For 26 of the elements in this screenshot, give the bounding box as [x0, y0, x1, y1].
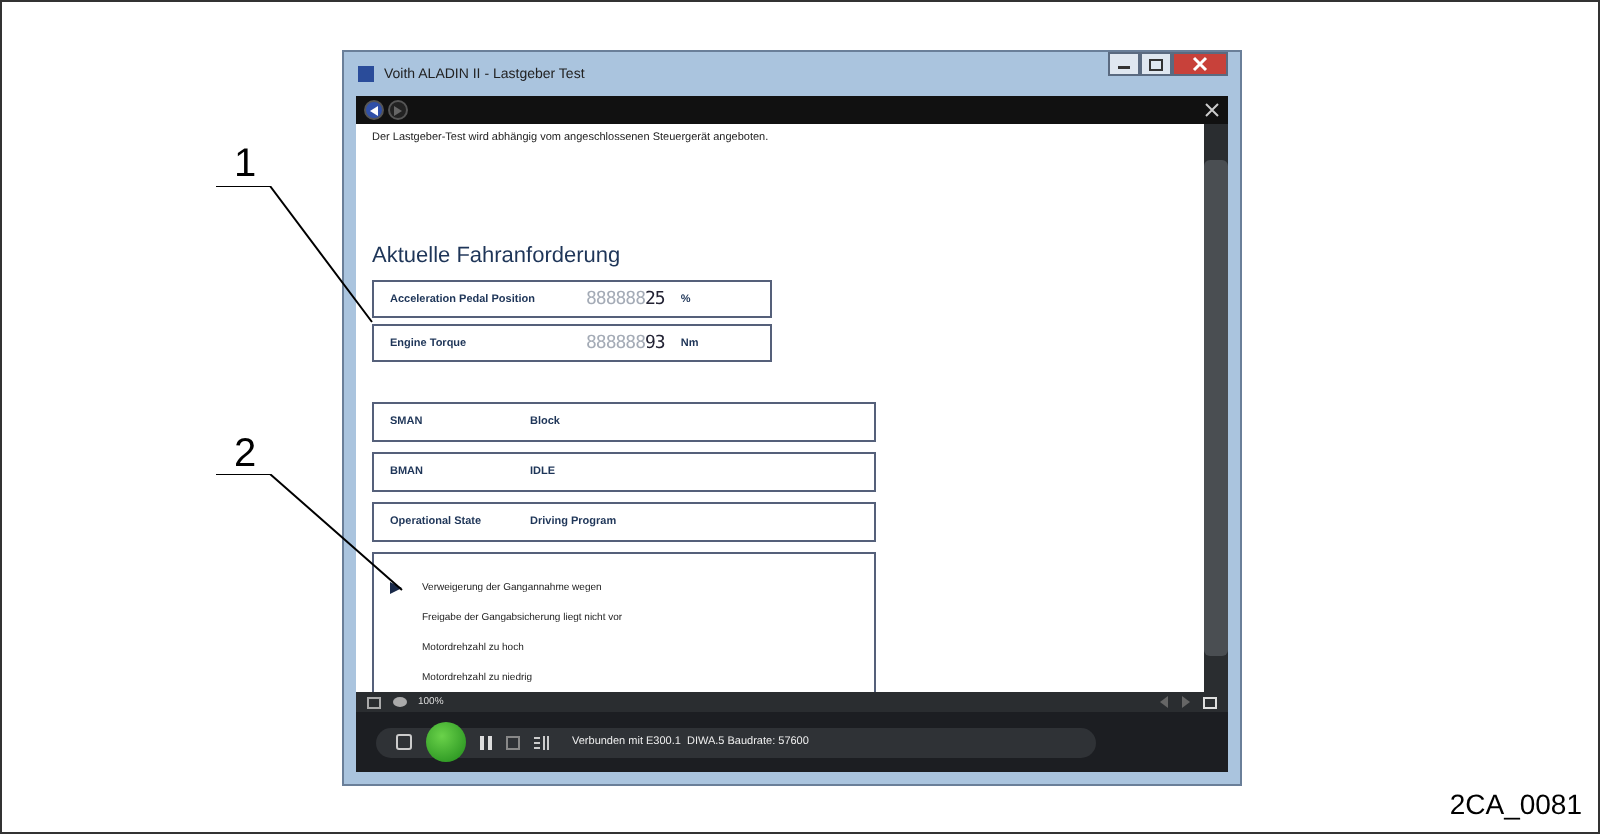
fit-icon[interactable] — [366, 695, 382, 709]
app-icon — [356, 64, 376, 84]
segment-display: 88888825 — [586, 289, 665, 309]
maximize-icon — [1148, 57, 1164, 71]
back-button[interactable] — [364, 100, 384, 120]
section-heading: Aktuelle Fahranforderung — [372, 244, 623, 268]
maximize-button[interactable] — [1140, 52, 1172, 76]
pause-icon[interactable] — [480, 735, 492, 749]
minimize-button[interactable] — [1108, 52, 1140, 76]
segment-display: 88888893 — [586, 333, 665, 353]
figure-id: 2CA_0081 — [1449, 788, 1582, 820]
arrow-left-icon[interactable] — [1158, 696, 1170, 708]
expand-icon[interactable] — [1202, 695, 1218, 709]
comment-icon[interactable] — [392, 695, 408, 709]
callout-number: 2 — [234, 432, 257, 478]
stop-icon[interactable] — [396, 734, 412, 750]
callout-number: 1 — [234, 142, 257, 188]
triangle-right-icon — [394, 105, 402, 115]
close-button[interactable] — [1172, 52, 1228, 76]
triangle-left-icon — [370, 105, 378, 115]
close-icon[interactable] — [1204, 102, 1220, 118]
list-icon[interactable] — [534, 735, 550, 749]
status-light — [426, 722, 466, 762]
arrow-right-icon[interactable] — [1180, 696, 1192, 708]
window-icon[interactable] — [506, 735, 520, 749]
close-icon — [1192, 56, 1208, 72]
